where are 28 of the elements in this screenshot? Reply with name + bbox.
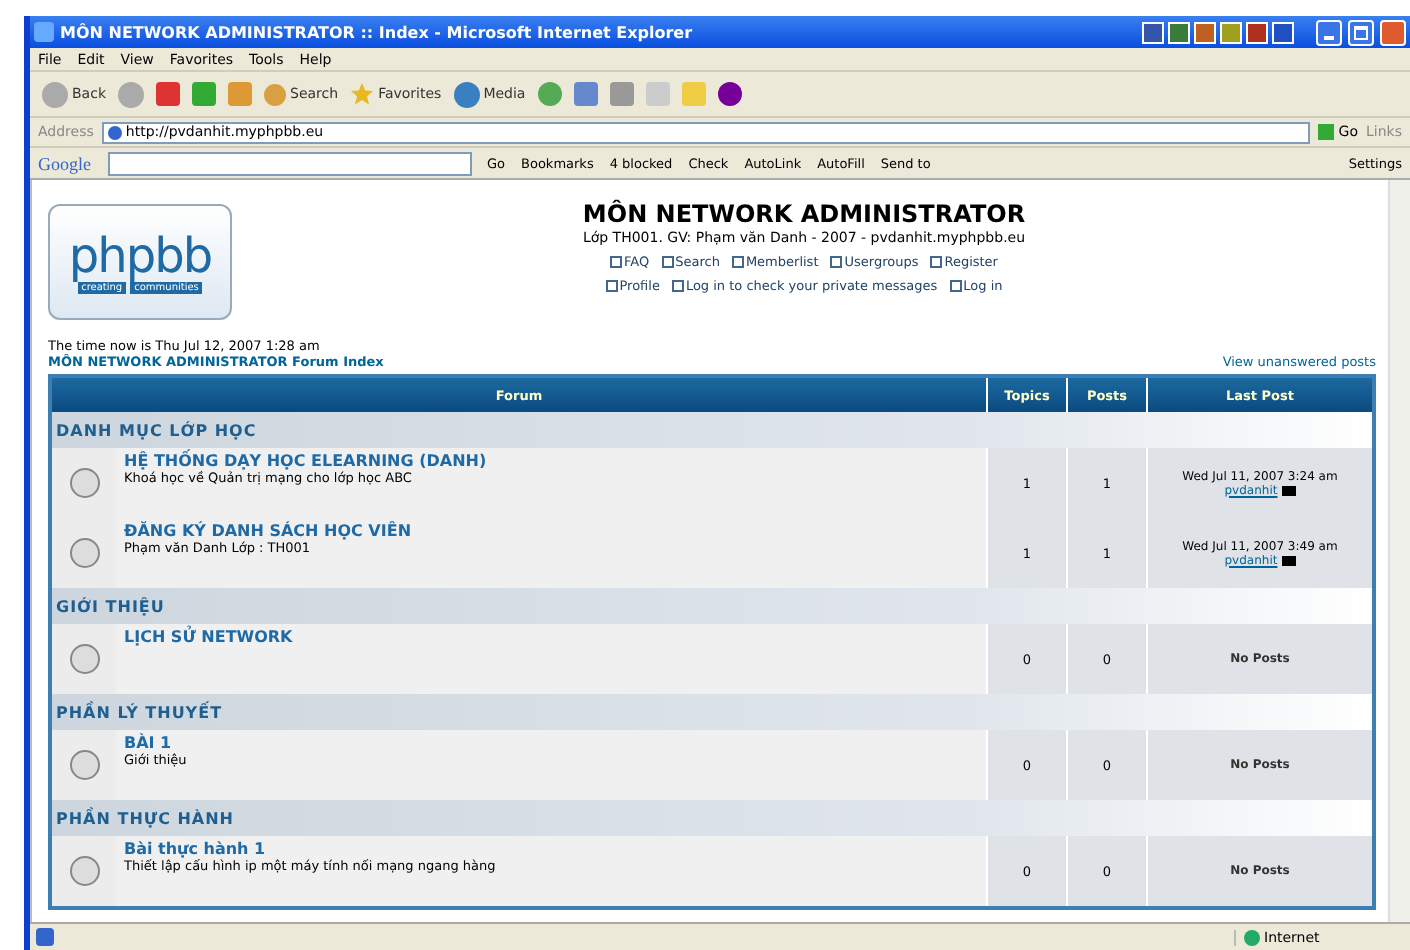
forum-link[interactable]: ĐĂNG KÝ DANH SÁCH HỌC VIÊN	[124, 522, 978, 540]
tray-icon[interactable]	[1142, 21, 1164, 43]
tray-icon[interactable]	[1272, 21, 1294, 43]
star-icon	[350, 82, 375, 106]
category-row[interactable]: PHẦN LÝ THUYẾT	[50, 694, 1374, 730]
google-logo: Google	[38, 153, 91, 173]
scrollbar[interactable]	[1388, 180, 1410, 922]
forum-link[interactable]: HỆ THỐNG DẠY HỌC ELEARNING (DANH)	[124, 452, 978, 470]
minimize-button[interactable]	[1316, 19, 1342, 45]
close-button[interactable]	[1380, 19, 1406, 45]
category-row[interactable]: GIỚI THIỆU	[50, 588, 1374, 624]
forum-icon	[69, 750, 99, 780]
tray-icon[interactable]	[1246, 21, 1268, 43]
category-row[interactable]: DANH MỤC LỚP HỌC	[50, 412, 1374, 448]
tray-icon[interactable]	[1194, 21, 1216, 43]
forum-icon	[69, 644, 99, 674]
category-row[interactable]: PHẦN THỰC HÀNH	[50, 800, 1374, 836]
tray-icon[interactable]	[1168, 21, 1190, 43]
forum-link[interactable]: BÀI 1	[124, 734, 978, 752]
site-title: MÔN NETWORK ADMINISTRATOR	[580, 200, 1028, 228]
forum-link[interactable]: Bài thực hành 1	[124, 840, 978, 858]
forum-icon	[69, 538, 99, 568]
forum-icon	[69, 468, 99, 498]
forum-icon	[69, 856, 99, 886]
google-search-field[interactable]	[107, 151, 471, 175]
window-title: MÔN NETWORK ADMINISTRATOR :: Index - Microsoft Internet Explorer	[60, 23, 695, 41]
tray-icon[interactable]	[1220, 21, 1242, 43]
maximize-button[interactable]	[1348, 19, 1374, 45]
